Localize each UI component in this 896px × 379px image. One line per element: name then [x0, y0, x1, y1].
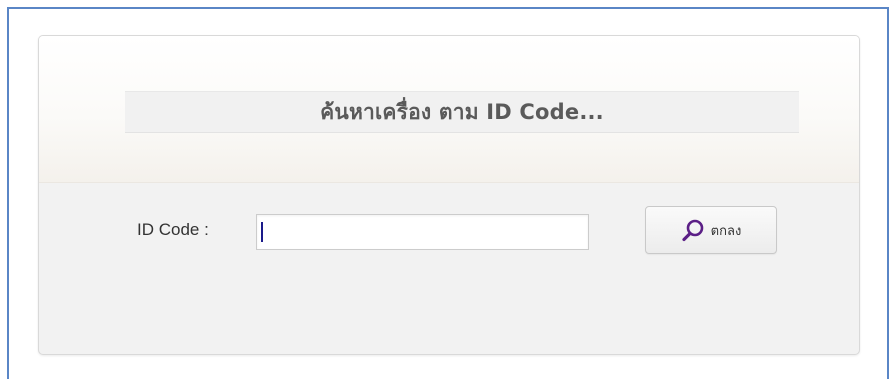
title-bar: ค้นหาเครื่อง ตาม ID Code...: [125, 91, 799, 133]
ok-button-label: ตกลง: [710, 223, 742, 239]
id-code-label: ID Code :: [137, 220, 209, 239]
panel-title: ค้นหาเครื่อง ตาม ID Code...: [320, 99, 604, 124]
id-code-form-row: ID Code : ตกลง: [39, 206, 859, 256]
window-frame: ค้นหาเครื่อง ตาม ID Code... ID Code : ตก…: [7, 7, 889, 379]
search-icon: [681, 218, 705, 242]
panel-header: ค้นหาเครื่อง ตาม ID Code...: [39, 36, 859, 183]
ok-button[interactable]: ตกลง: [645, 206, 777, 254]
id-code-input[interactable]: [256, 214, 589, 250]
text-caret: [261, 222, 263, 242]
search-panel: ค้นหาเครื่อง ตาม ID Code... ID Code : ตก…: [38, 35, 860, 355]
